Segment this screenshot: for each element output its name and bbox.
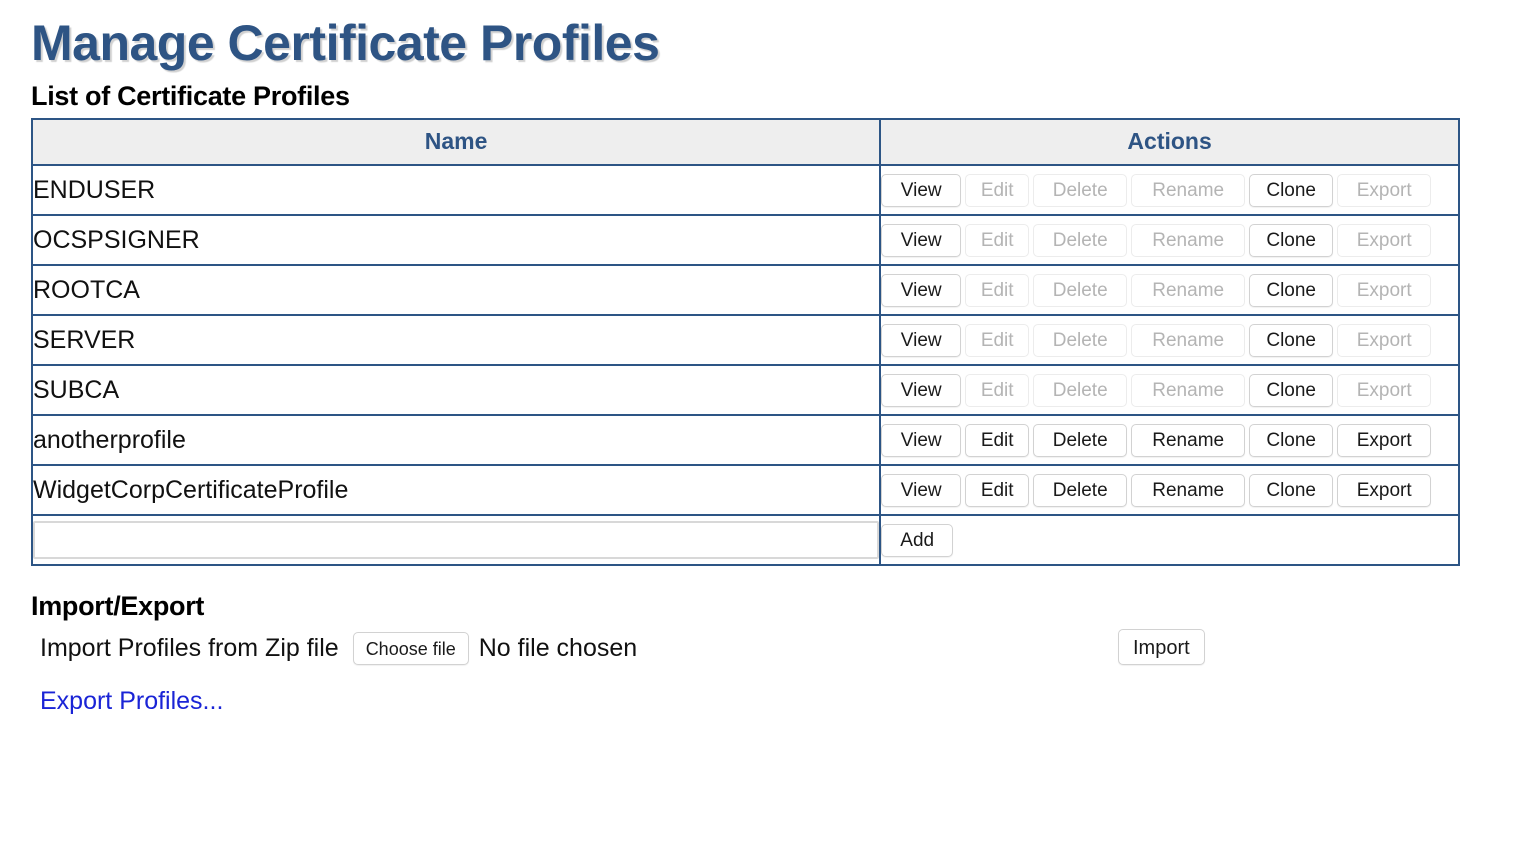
- delete-button: Delete: [1033, 173, 1128, 207]
- view-button[interactable]: View: [881, 473, 962, 507]
- table-header-row: Name Actions: [30, 118, 1460, 167]
- profile-actions-cell: View Edit Delete Rename Clone Export: [879, 164, 1460, 217]
- action-button-group: View Edit Delete Rename Clone Export: [881, 273, 1458, 307]
- profile-name-cell: OCSPSIGNER: [30, 214, 882, 267]
- action-button-group: View Edit Delete Rename Clone Export: [881, 373, 1458, 407]
- rename-button: Rename: [1131, 273, 1246, 307]
- add-button[interactable]: Add: [881, 523, 954, 557]
- delete-button[interactable]: Delete: [1033, 473, 1128, 507]
- table-row: OCSPSIGNER View Edit Delete Rename Clone Expor…: [30, 214, 1460, 267]
- action-button-group: View Edit Delete Rename Clone Export: [881, 173, 1458, 207]
- edit-button: Edit: [965, 223, 1030, 257]
- edit-button: Edit: [965, 323, 1030, 357]
- column-header-name: Name: [30, 118, 882, 167]
- export-link-row: Export Profiles...: [40, 687, 1526, 716]
- table-row: ENDUSER View Edit Delete Rename Clone Export: [30, 164, 1460, 217]
- column-header-actions: Actions: [879, 118, 1460, 167]
- import-button-holder: Import: [1118, 628, 1205, 665]
- table-row: WidgetCorpCertificateProfile View Edit Dele…: [30, 464, 1460, 517]
- table-row: SUBCA View Edit Delete Rename Clone Export: [30, 364, 1460, 417]
- export-button[interactable]: Export: [1337, 423, 1432, 457]
- action-button-group: View Edit Delete Rename Clone Export: [881, 323, 1458, 357]
- clone-button[interactable]: Clone: [1249, 373, 1334, 407]
- profile-actions-cell: View Edit Delete Rename Clone Export: [879, 264, 1460, 317]
- delete-button[interactable]: Delete: [1033, 423, 1128, 457]
- export-button: Export: [1337, 223, 1432, 257]
- action-button-group: View Edit Delete Rename Clone Export: [881, 223, 1458, 257]
- profile-name-cell: SERVER: [30, 314, 882, 367]
- rename-button[interactable]: Rename: [1131, 423, 1246, 457]
- export-button[interactable]: Export: [1337, 473, 1432, 507]
- file-input-group[interactable]: Choose file No file chosen: [352, 632, 638, 666]
- clone-button[interactable]: Clone: [1249, 473, 1334, 507]
- action-button-group: View Edit Delete Rename Clone Export: [881, 473, 1458, 507]
- view-button[interactable]: View: [881, 423, 962, 457]
- profile-name-cell: WidgetCorpCertificateProfile: [30, 464, 882, 517]
- profile-actions-cell: View Edit Delete Rename Clone Export: [879, 364, 1460, 417]
- profile-actions-cell: View Edit Delete Rename Clone Export: [879, 464, 1460, 517]
- export-profiles-link[interactable]: Export Profiles...: [40, 687, 223, 715]
- view-button[interactable]: View: [881, 323, 962, 357]
- rename-button: Rename: [1131, 173, 1246, 207]
- edit-button[interactable]: Edit: [965, 473, 1030, 507]
- new-profile-name-input[interactable]: [33, 521, 880, 560]
- table-head: Name Actions: [30, 118, 1460, 167]
- delete-button: Delete: [1033, 273, 1128, 307]
- clone-button[interactable]: Clone: [1249, 223, 1334, 257]
- delete-button: Delete: [1033, 323, 1128, 357]
- profile-actions-cell: View Edit Delete Rename Clone Export: [879, 414, 1460, 467]
- view-button[interactable]: View: [881, 373, 962, 407]
- profile-actions-cell: View Edit Delete Rename Clone Export: [879, 214, 1460, 267]
- table-row: SERVER View Edit Delete Rename Clone Export: [30, 314, 1460, 367]
- profile-name-cell: SUBCA: [30, 364, 882, 417]
- rename-button[interactable]: Rename: [1131, 473, 1246, 507]
- page-title: Manage Certificate Profiles: [31, 15, 660, 71]
- add-profile-row: Add: [30, 514, 1460, 567]
- export-button: Export: [1337, 273, 1432, 307]
- list-section-heading: List of Certificate Profiles: [31, 81, 350, 111]
- profile-name-cell: anotherprofile: [30, 414, 882, 467]
- rename-button: Rename: [1131, 373, 1246, 407]
- rename-button: Rename: [1131, 223, 1246, 257]
- import-profiles-label: Import Profiles from Zip file: [40, 634, 339, 663]
- profiles-table-wrapper: Name Actions ENDUSER View Edit Delete Rename…: [30, 118, 1460, 567]
- edit-button: Edit: [965, 173, 1030, 207]
- clone-button[interactable]: Clone: [1249, 273, 1334, 307]
- view-button[interactable]: View: [881, 173, 962, 207]
- import-export-heading: Import/Export: [31, 591, 205, 622]
- import-row: Import Profiles from Zip file Choose fil…: [40, 625, 1526, 673]
- clone-button[interactable]: Clone: [1249, 423, 1334, 457]
- edit-button[interactable]: Edit: [965, 423, 1030, 457]
- profile-name-cell: ROOTCA: [30, 264, 882, 317]
- edit-button: Edit: [965, 273, 1030, 307]
- rename-button: Rename: [1131, 323, 1246, 357]
- export-button: Export: [1337, 323, 1432, 357]
- add-profile-actions-cell: Add: [879, 514, 1460, 567]
- export-button: Export: [1337, 373, 1432, 407]
- profile-actions-cell: View Edit Delete Rename Clone Export: [879, 314, 1460, 367]
- edit-button: Edit: [965, 373, 1030, 407]
- view-button[interactable]: View: [881, 273, 962, 307]
- page-root: Manage Certificate Profiles List of Cert…: [0, 0, 1526, 716]
- table-row: anotherprofile View Edit Delete Rename Clone E…: [30, 414, 1460, 467]
- table-body: ENDUSER View Edit Delete Rename Clone Export OC…: [30, 164, 1460, 567]
- add-profile-name-cell: [30, 514, 882, 567]
- choose-file-button[interactable]: Choose file: [352, 632, 469, 666]
- export-button: Export: [1337, 173, 1432, 207]
- profile-name-cell: ENDUSER: [30, 164, 882, 217]
- file-status-text: No file chosen: [478, 634, 638, 663]
- clone-button[interactable]: Clone: [1249, 323, 1334, 357]
- action-button-group: View Edit Delete Rename Clone Export: [881, 423, 1458, 457]
- delete-button: Delete: [1033, 373, 1128, 407]
- table-row: ROOTCA View Edit Delete Rename Clone Export: [30, 264, 1460, 317]
- view-button[interactable]: View: [881, 223, 962, 257]
- import-button[interactable]: Import: [1118, 628, 1205, 665]
- clone-button[interactable]: Clone: [1249, 173, 1334, 207]
- delete-button: Delete: [1033, 223, 1128, 257]
- certificate-profiles-table: Name Actions ENDUSER View Edit Delete Rename…: [30, 118, 1460, 567]
